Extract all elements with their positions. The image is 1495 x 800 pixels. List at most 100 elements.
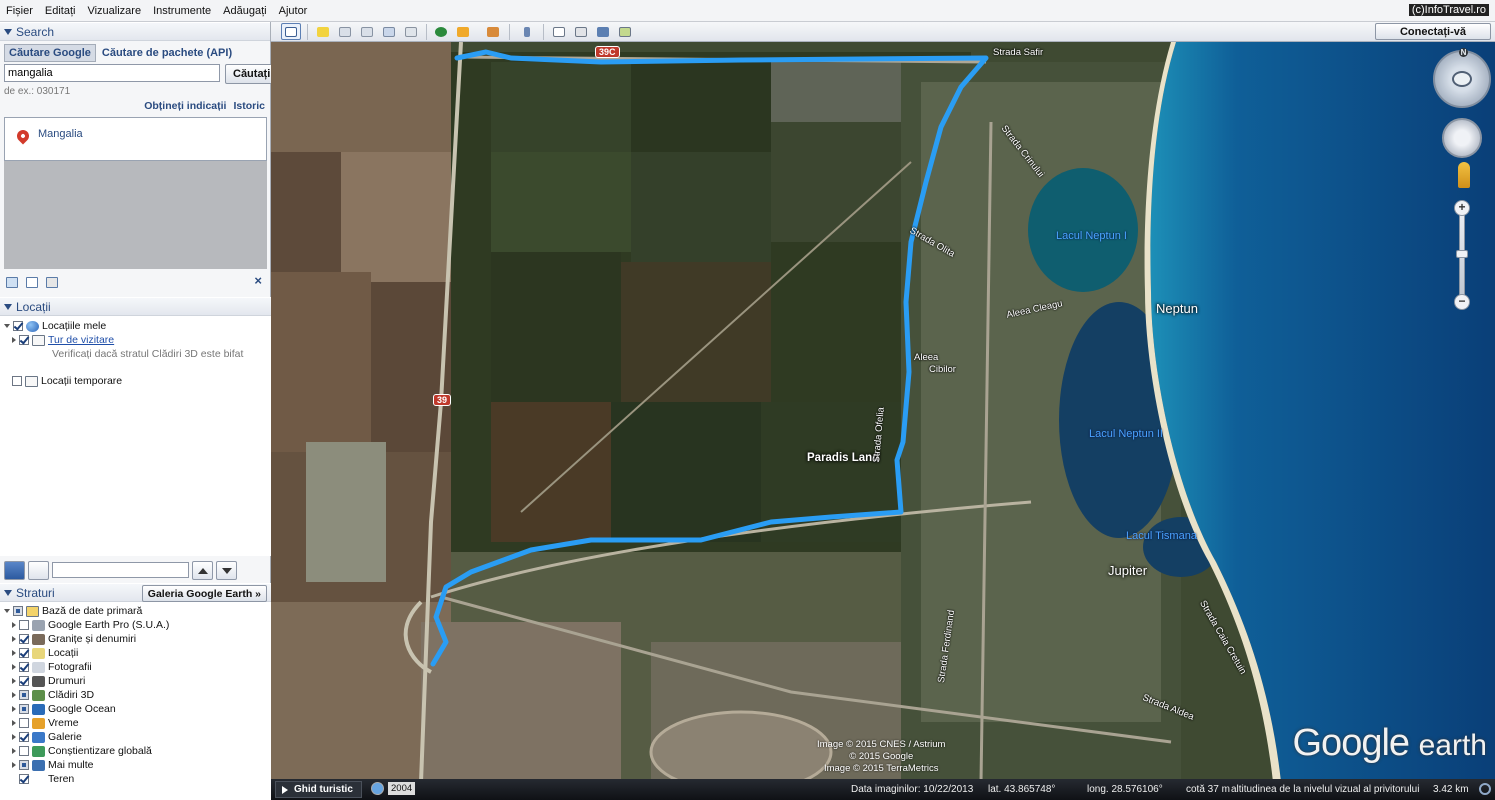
planets-icon[interactable]: [483, 23, 503, 40]
get-directions-link[interactable]: Obțineți indicații: [144, 100, 226, 112]
tour-guide-button[interactable]: Ghid turistic: [275, 781, 362, 798]
places-filter-field[interactable]: [52, 562, 189, 578]
expand-icon[interactable]: [12, 337, 16, 343]
menu-edit[interactable]: Editați: [39, 5, 82, 17]
menu-help[interactable]: Ajutor: [273, 5, 314, 17]
print-icon[interactable]: [571, 23, 591, 40]
zoom-out-button[interactable]: −: [1454, 294, 1470, 310]
layer-checkbox[interactable]: [19, 704, 29, 714]
look-around-control[interactable]: N: [1433, 48, 1491, 108]
path-icon[interactable]: [357, 23, 377, 40]
expand-icon[interactable]: [12, 748, 16, 754]
layer-checkbox[interactable]: [19, 676, 29, 686]
results-empty-area: [4, 161, 267, 269]
menu-file[interactable]: Fișier: [0, 5, 39, 17]
email-icon[interactable]: [549, 23, 569, 40]
expand-icon[interactable]: [12, 678, 16, 684]
view-in-maps-icon[interactable]: [615, 23, 635, 40]
layer-item[interactable]: Teren: [12, 773, 74, 785]
more-icon: [32, 759, 45, 771]
tree-item-temp-places[interactable]: Locații temporare: [12, 375, 122, 387]
move-up-button[interactable]: [192, 560, 213, 580]
checkbox[interactable]: [19, 335, 29, 345]
search-toggle-icon[interactable]: [4, 560, 25, 580]
sunlight-icon[interactable]: [453, 23, 473, 40]
tree-item-my-places[interactable]: Locațiile mele: [4, 320, 106, 332]
earth-map-view[interactable]: 39C 39 Strada Safir Strada Crinului Stra…: [271, 42, 1495, 782]
layer-checkbox[interactable]: [19, 718, 29, 728]
layer-item[interactable]: Clădiri 3D: [12, 689, 94, 701]
search-panel-header[interactable]: Search: [0, 22, 270, 41]
layer-root[interactable]: Bază de date primară: [4, 605, 142, 617]
checkbox[interactable]: [13, 321, 23, 331]
north-indicator[interactable]: N: [1459, 48, 1468, 57]
tree-item-tour[interactable]: Tur de vizitare: [12, 334, 114, 346]
layer-item[interactable]: Drumuri: [12, 675, 85, 687]
expand-icon[interactable]: [12, 692, 16, 698]
earth-gallery-button[interactable]: Galeria Google Earth »: [141, 585, 267, 602]
layer-checkbox[interactable]: [19, 774, 29, 784]
checkbox[interactable]: [13, 606, 23, 616]
layer-item[interactable]: Google Earth Pro (S.U.A.): [12, 619, 169, 631]
panel-toggle-icon[interactable]: [28, 560, 49, 580]
layer-checkbox[interactable]: [19, 690, 29, 700]
places-panel-header[interactable]: Locații: [0, 297, 271, 316]
expand-icon[interactable]: [12, 720, 16, 726]
tab-api-search[interactable]: Căutare de pachete (API): [100, 45, 234, 61]
expand-icon[interactable]: [12, 650, 16, 656]
record-tour-icon[interactable]: [401, 23, 421, 40]
move-control[interactable]: [1442, 118, 1482, 158]
layer-checkbox[interactable]: [19, 732, 29, 742]
clear-search-icon[interactable]: ×: [254, 273, 262, 288]
layer-checkbox[interactable]: [19, 634, 29, 644]
layer-item[interactable]: Granițe și denumiri: [12, 633, 136, 645]
expand-icon[interactable]: [12, 734, 16, 740]
sign-in-button[interactable]: Conectați-vă: [1375, 23, 1491, 40]
expand-icon[interactable]: [12, 636, 16, 642]
expand-icon[interactable]: [12, 664, 16, 670]
search-input[interactable]: [4, 64, 220, 82]
tree-item-label[interactable]: Tur de vizitare: [48, 334, 114, 346]
menu-view[interactable]: Vizualizare: [81, 5, 147, 17]
tab-google-search[interactable]: Căutare Google: [4, 44, 96, 62]
imagery-year[interactable]: 2004: [388, 782, 416, 795]
print-icon[interactable]: [46, 276, 58, 288]
history-link[interactable]: Istoric: [233, 100, 265, 112]
ruler-icon[interactable]: [517, 23, 537, 40]
sidebar-toggle-icon[interactable]: [281, 23, 301, 40]
layer-checkbox[interactable]: [19, 746, 29, 756]
layers-panel-header[interactable]: Straturi Galeria Google Earth »: [0, 583, 271, 602]
expand-icon[interactable]: [4, 324, 10, 328]
image-overlay-icon[interactable]: [379, 23, 399, 40]
add-to-places-icon[interactable]: [6, 276, 18, 288]
move-down-button[interactable]: [216, 560, 237, 580]
street-view-pegman-icon[interactable]: [1458, 162, 1470, 188]
menu-tools[interactable]: Instrumente: [147, 5, 217, 17]
expand-icon[interactable]: [12, 762, 16, 768]
expand-icon[interactable]: [12, 706, 16, 712]
copy-icon[interactable]: [26, 276, 38, 288]
layer-checkbox[interactable]: [19, 620, 29, 630]
historical-imagery-icon[interactable]: [431, 23, 451, 40]
layer-item[interactable]: Galerie: [12, 731, 82, 743]
layer-item[interactable]: Locații: [12, 647, 78, 659]
layer-checkbox[interactable]: [19, 648, 29, 658]
checkbox[interactable]: [12, 376, 22, 386]
layer-item[interactable]: Fotografii: [12, 661, 92, 673]
historical-imagery-status-icon[interactable]: [371, 782, 384, 795]
layer-checkbox[interactable]: [19, 662, 29, 672]
expand-icon[interactable]: [4, 609, 10, 613]
search-result-item[interactable]: Mangalia: [38, 128, 83, 140]
zoom-in-button[interactable]: +: [1454, 200, 1470, 216]
menu-add[interactable]: Adăugați: [217, 5, 272, 17]
polygon-icon[interactable]: [335, 23, 355, 40]
save-image-icon[interactable]: [593, 23, 613, 40]
layer-item[interactable]: Google Ocean: [12, 703, 116, 715]
placemark-icon[interactable]: [313, 23, 333, 40]
layer-checkbox[interactable]: [19, 760, 29, 770]
zoom-slider-thumb[interactable]: [1456, 250, 1468, 258]
layer-item[interactable]: Mai multe: [12, 759, 94, 771]
layer-item[interactable]: Vreme: [12, 717, 79, 729]
layer-item[interactable]: Conștientizare globală: [12, 745, 152, 757]
expand-icon[interactable]: [12, 622, 16, 628]
